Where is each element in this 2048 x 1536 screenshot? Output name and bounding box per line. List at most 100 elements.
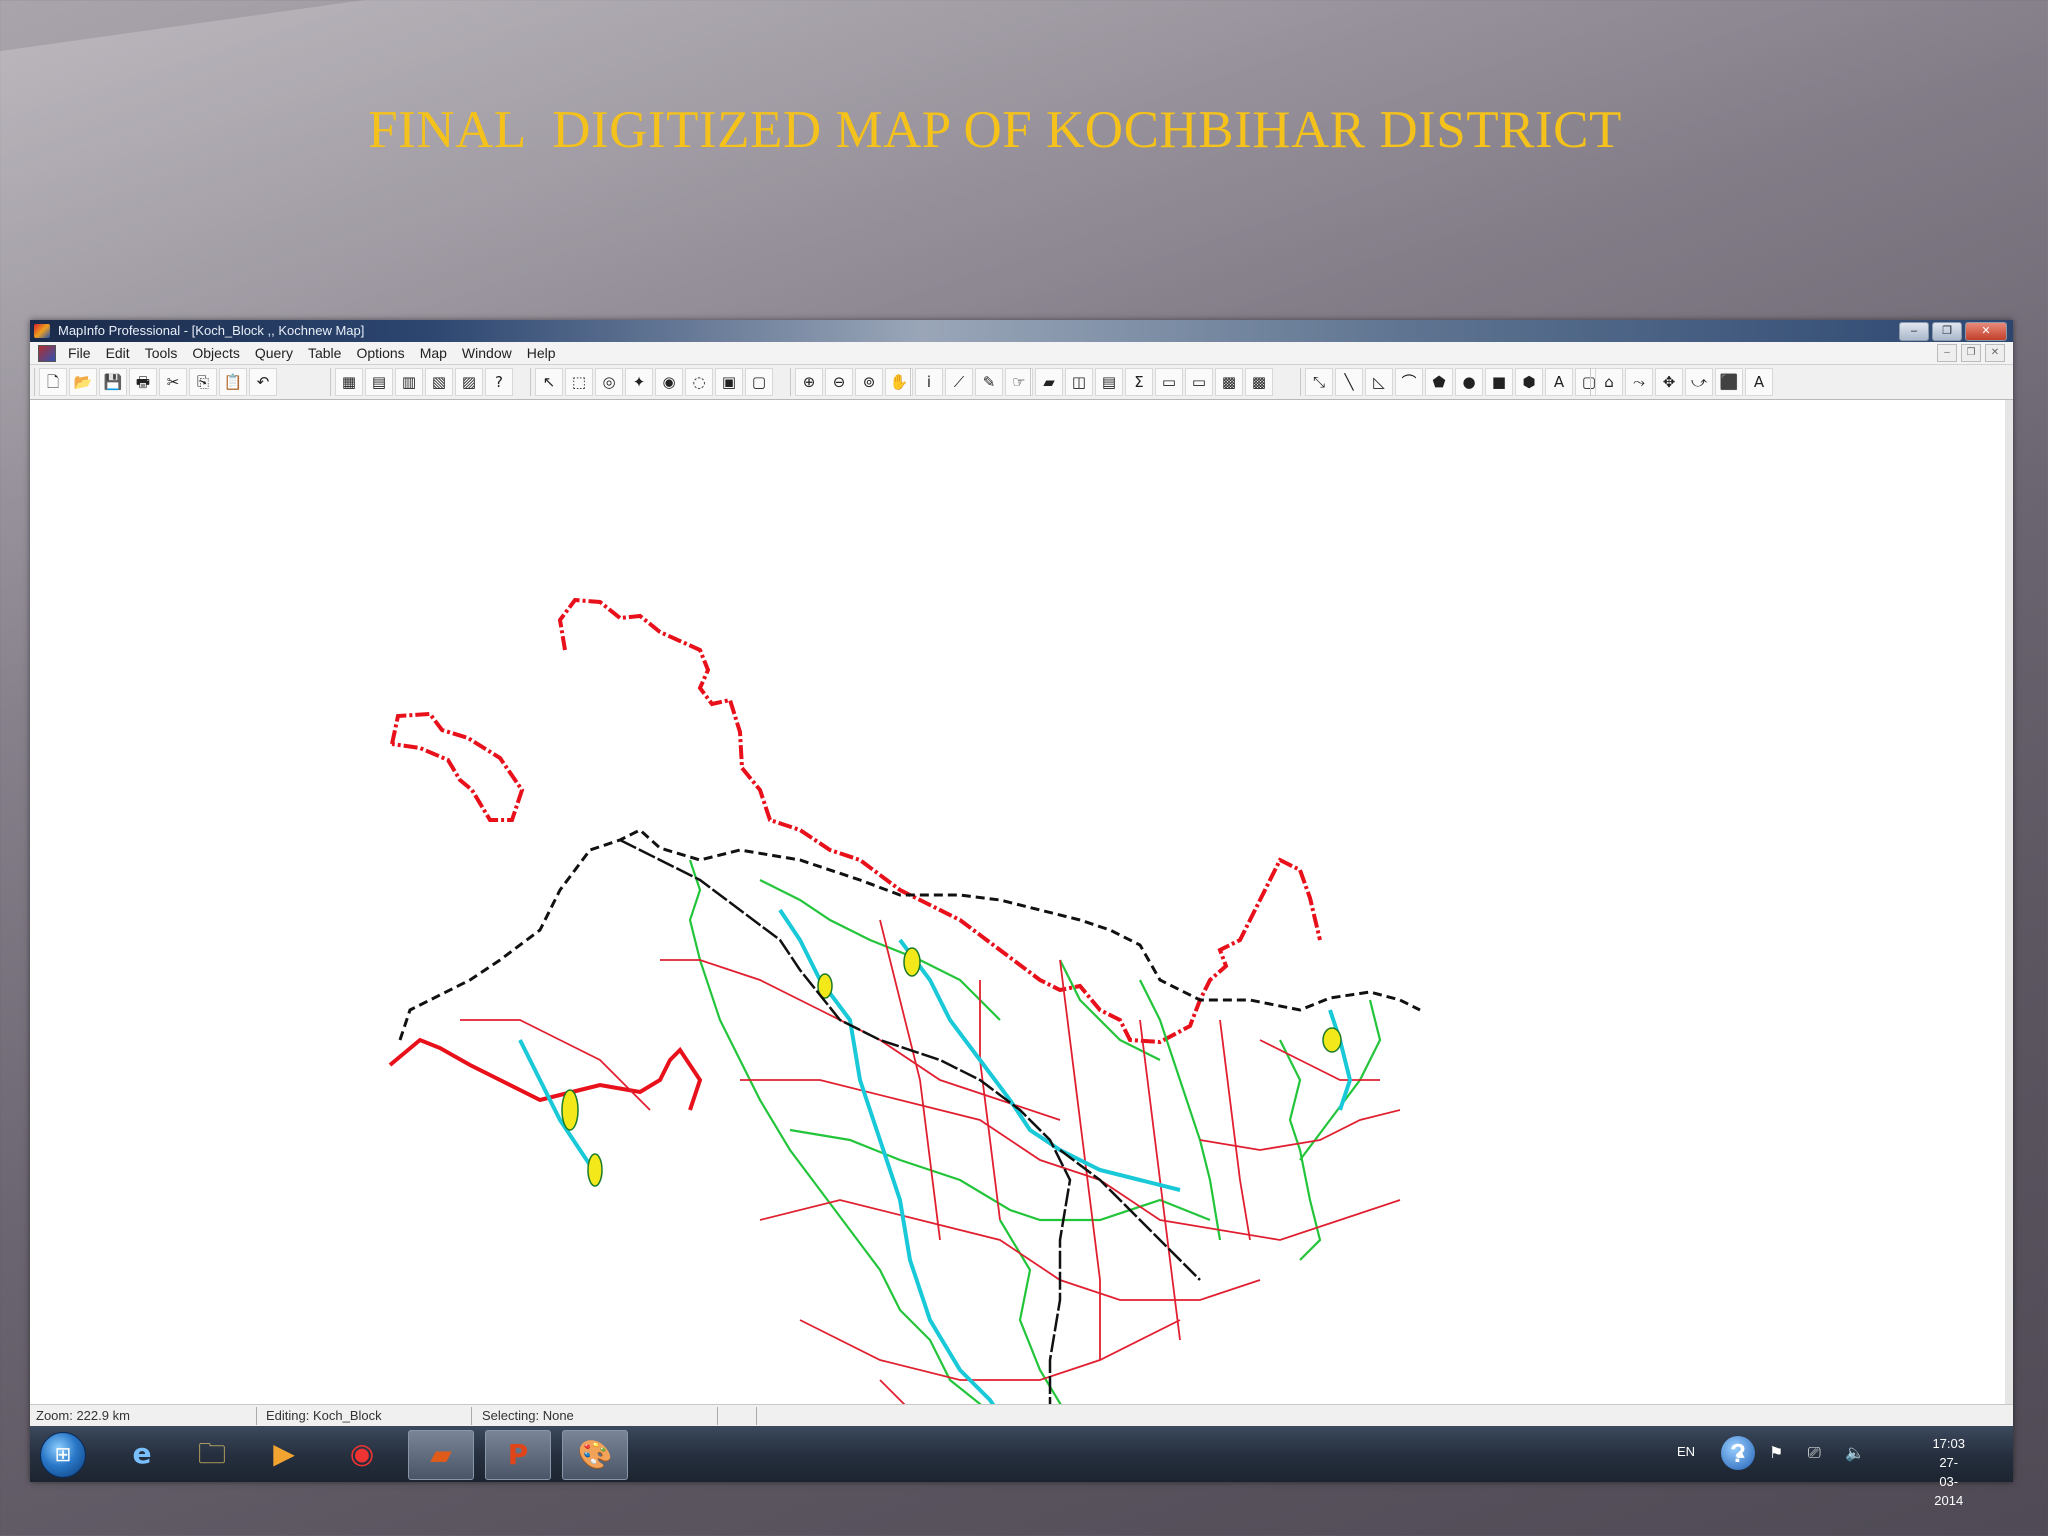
tool-button-1-1-icon[interactable]: ▤ — [365, 368, 393, 396]
menu-file[interactable]: File — [68, 342, 91, 364]
district-boundary-west — [388, 1037, 703, 1111]
toolbar-group-7: ⌂ ⤳ ✥ ⤻ ⬛ A — [1590, 368, 1773, 396]
tool-button-1-3-icon[interactable]: ▧ — [425, 368, 453, 396]
tool-button-4-1-icon[interactable]: ⟋ — [945, 368, 973, 396]
start-button[interactable]: ⊞ — [40, 1432, 86, 1478]
tray-icons[interactable]: ▴ ⚑ ⎚ 🔈 — [1737, 1443, 1875, 1463]
tool-button-5-4-icon[interactable]: ▭ — [1155, 368, 1183, 396]
tool-button-7-3-icon[interactable]: ⤻ — [1685, 368, 1713, 396]
tool-button-5-3-icon[interactable]: Σ — [1125, 368, 1153, 396]
tool-button-6-8-icon[interactable]: A — [1545, 368, 1573, 396]
tool-button-0-4-icon[interactable]: ✂ — [159, 368, 187, 396]
tool-button-3-0-icon[interactable]: ⊕ — [795, 368, 823, 396]
paint-icon[interactable]: 🎨 — [562, 1430, 628, 1480]
document-icon[interactable] — [38, 345, 56, 362]
tool-button-7-5-icon[interactable]: A — [1745, 368, 1773, 396]
tool-button-5-7-icon[interactable]: ▩ — [1245, 368, 1273, 396]
menu-help[interactable]: Help — [527, 342, 556, 364]
doc-minimize-button[interactable]: – — [1937, 344, 1957, 362]
tool-button-2-5-icon[interactable]: ◌ — [685, 368, 713, 396]
clock[interactable]: 17:03 27-03-2014 — [1932, 1434, 1965, 1510]
toolbar-group-6: ⤡ ╲ ◺ ⌒ ⬟ ● ■ ⬢ A ▢ — [1300, 368, 1603, 396]
toolbar-group-3: ⊕ ⊖ ⊚ ✋ — [790, 368, 913, 396]
tool-button-4-0-icon[interactable]: i — [915, 368, 943, 396]
tool-button-3-1-icon[interactable]: ⊖ — [825, 368, 853, 396]
tool-button-2-3-icon[interactable]: ✦ — [625, 368, 653, 396]
tool-button-0-6-icon[interactable]: 📋 — [219, 368, 247, 396]
internet-explorer-icon[interactable]: e — [110, 1430, 174, 1478]
tool-button-0-1-icon[interactable]: 📂 — [69, 368, 97, 396]
tool-button-7-0-icon[interactable]: ⌂ — [1595, 368, 1623, 396]
menu-options[interactable]: Options — [356, 342, 404, 364]
tool-button-7-1-icon[interactable]: ⤳ — [1625, 368, 1653, 396]
toolbar-group-0: 🗋 📂 💾 🖶 ✂ ⎘ 📋 ↶ — [34, 368, 277, 396]
chrome-icon[interactable]: ◉ — [330, 1430, 394, 1478]
menu-table[interactable]: Table — [308, 342, 341, 364]
status-zoom[interactable]: Zoom: 222.9 km — [30, 1407, 257, 1425]
slide-title: FINAL DIGITIZED MAP OF KOCHBIHAR DISTRIC… — [368, 101, 1622, 159]
tool-button-4-2-icon[interactable]: ✎ — [975, 368, 1003, 396]
menu-query[interactable]: Query — [255, 342, 293, 364]
tool-button-6-6-icon[interactable]: ■ — [1485, 368, 1513, 396]
toolbar-group-2: ↖ ⬚ ◎ ✦ ◉ ◌ ▣ ▢ — [530, 368, 773, 396]
mapinfo-window: MapInfo Professional - [Koch_Block ,, Ko… — [30, 320, 2013, 1508]
tool-button-5-5-icon[interactable]: ▭ — [1185, 368, 1213, 396]
tool-button-6-7-icon[interactable]: ⬢ — [1515, 368, 1543, 396]
map-canvas[interactable] — [30, 400, 2005, 1404]
tool-button-6-3-icon[interactable]: ⌒ — [1395, 368, 1423, 396]
tool-button-0-7-icon[interactable]: ↶ — [249, 368, 277, 396]
window-controls: – ❐ ✕ — [1899, 322, 2007, 341]
doc-restore-button[interactable]: ❐ — [1961, 344, 1981, 362]
close-button[interactable]: ✕ — [1965, 322, 2007, 341]
tool-button-6-5-icon[interactable]: ● — [1455, 368, 1483, 396]
tool-button-1-5-icon[interactable]: ? — [485, 368, 513, 396]
media-player-icon[interactable]: ▶ — [252, 1430, 316, 1478]
document-window-controls: – ❐ ✕ — [1937, 344, 2005, 362]
map-scroll-edge[interactable] — [2005, 400, 2013, 1404]
tool-button-6-4-icon[interactable]: ⬟ — [1425, 368, 1453, 396]
tool-button-2-6-icon[interactable]: ▣ — [715, 368, 743, 396]
tool-button-0-2-icon[interactable]: 💾 — [99, 368, 127, 396]
language-indicator[interactable]: EN — [1677, 1444, 1695, 1459]
tool-button-0-5-icon[interactable]: ⎘ — [189, 368, 217, 396]
clock-time: 17:03 — [1932, 1436, 1965, 1451]
menu-map[interactable]: Map — [420, 342, 447, 364]
status-selecting-layer[interactable]: Selecting: None — [476, 1407, 718, 1425]
clock-date: 27-03-2014 — [1934, 1455, 1964, 1508]
tool-button-5-2-icon[interactable]: ▤ — [1095, 368, 1123, 396]
tool-button-6-1-icon[interactable]: ╲ — [1335, 368, 1363, 396]
tool-button-1-0-icon[interactable]: ▦ — [335, 368, 363, 396]
tool-button-3-3-icon[interactable]: ✋ — [885, 368, 913, 396]
mapinfo-taskbar-icon[interactable]: ▰ — [408, 1430, 474, 1480]
tool-button-2-2-icon[interactable]: ◎ — [595, 368, 623, 396]
tool-button-2-0-icon[interactable]: ↖ — [535, 368, 563, 396]
minimize-button[interactable]: – — [1899, 322, 1929, 341]
doc-close-button[interactable]: ✕ — [1985, 344, 2005, 362]
status-empty-cell — [720, 1407, 757, 1425]
window-title-bar[interactable]: MapInfo Professional - [Koch_Block ,, Ko… — [30, 320, 2013, 342]
tool-button-2-7-icon[interactable]: ▢ — [745, 368, 773, 396]
menu-edit[interactable]: Edit — [106, 342, 130, 364]
status-editing-layer[interactable]: Editing: Koch_Block — [260, 1407, 472, 1425]
tool-button-5-6-icon[interactable]: ▩ — [1215, 368, 1243, 396]
menu-tools[interactable]: Tools — [145, 342, 178, 364]
powerpoint-icon[interactable]: P — [485, 1430, 551, 1480]
maximize-button[interactable]: ❐ — [1932, 322, 1962, 341]
menu-objects[interactable]: Objects — [192, 342, 239, 364]
file-explorer-icon[interactable]: 🗀 — [180, 1430, 244, 1478]
tool-button-7-4-icon[interactable]: ⬛ — [1715, 368, 1743, 396]
tool-button-1-4-icon[interactable]: ▨ — [455, 368, 483, 396]
tool-button-0-3-icon[interactable]: 🖶 — [129, 368, 157, 396]
tool-button-0-0-icon[interactable]: 🗋 — [39, 368, 67, 396]
tool-button-3-2-icon[interactable]: ⊚ — [855, 368, 883, 396]
tool-button-7-2-icon[interactable]: ✥ — [1655, 368, 1683, 396]
tool-button-2-1-icon[interactable]: ⬚ — [565, 368, 593, 396]
tool-button-1-2-icon[interactable]: ▥ — [395, 368, 423, 396]
tool-button-2-4-icon[interactable]: ◉ — [655, 368, 683, 396]
tool-button-5-1-icon[interactable]: ◫ — [1065, 368, 1093, 396]
tool-button-6-0-icon[interactable]: ⤡ — [1305, 368, 1333, 396]
tool-button-5-0-icon[interactable]: ▰ — [1035, 368, 1063, 396]
tool-button-6-2-icon[interactable]: ◺ — [1365, 368, 1393, 396]
menu-window[interactable]: Window — [462, 342, 512, 364]
tool-button-4-3-icon[interactable]: ☞ — [1005, 368, 1033, 396]
